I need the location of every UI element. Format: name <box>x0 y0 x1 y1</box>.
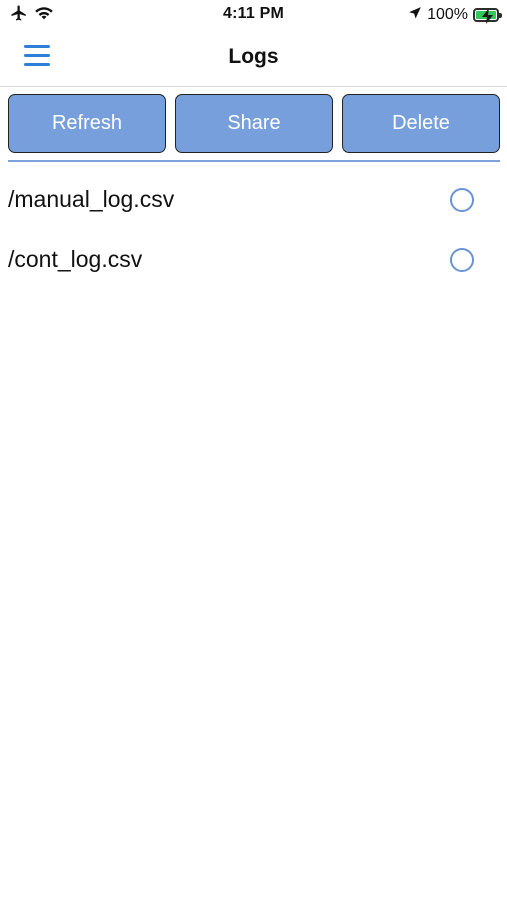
select-radio[interactable] <box>450 188 474 212</box>
file-name: /manual_log.csv <box>8 186 175 212</box>
navigation-bar: Logs <box>0 30 507 87</box>
share-button[interactable]: Share <box>175 94 333 153</box>
refresh-button[interactable]: Refresh <box>8 94 166 153</box>
toolbar-divider <box>8 160 500 162</box>
location-arrow-icon <box>408 6 422 25</box>
file-name: /cont_log.csv <box>8 246 143 272</box>
file-list: /manual_log.csv /cont_log.csv <box>0 170 507 290</box>
select-radio[interactable] <box>450 248 474 272</box>
status-right: 100% <box>408 5 502 25</box>
battery-charging-icon <box>473 8 502 24</box>
list-item[interactable]: /manual_log.csv <box>0 170 507 230</box>
page-title: Logs <box>228 45 279 68</box>
status-bar: 4:11 PM 100% <box>0 0 507 30</box>
logs-screen: 4:11 PM 100% Logs Refresh Share Delete /… <box>0 0 507 900</box>
delete-button[interactable]: Delete <box>342 94 500 153</box>
action-toolbar: Refresh Share Delete <box>8 94 500 154</box>
list-item[interactable]: /cont_log.csv <box>0 230 507 290</box>
battery-percent: 100% <box>427 6 468 23</box>
